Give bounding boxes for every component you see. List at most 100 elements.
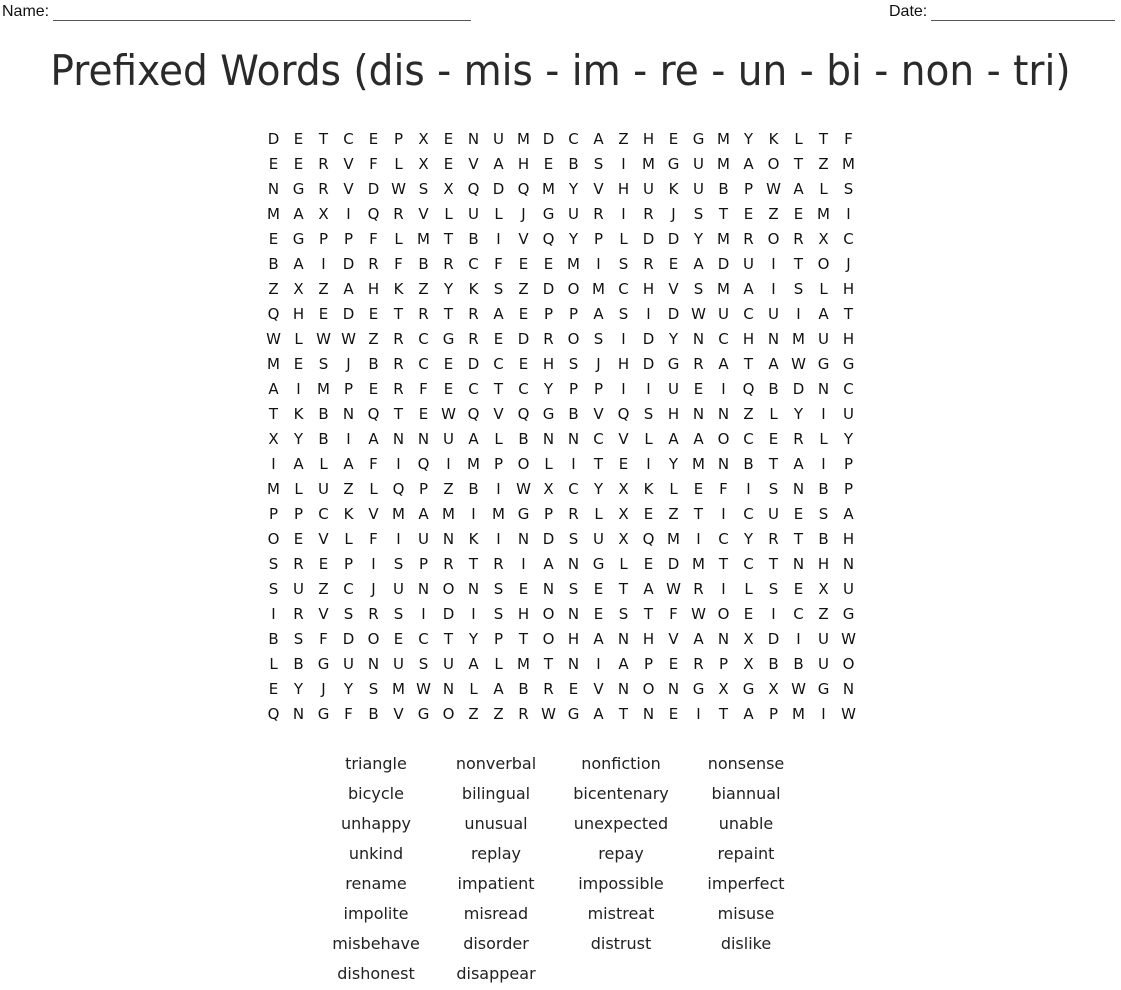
grid-cell[interactable]: U [411,526,436,551]
grid-cell[interactable]: A [536,551,561,576]
grid-cell[interactable]: G [411,701,436,726]
grid-cell[interactable]: F [361,451,386,476]
grid-cell[interactable]: E [686,376,711,401]
grid-cell[interactable]: I [411,601,436,626]
grid-cell[interactable]: E [536,151,561,176]
grid-cell[interactable]: J [361,576,386,601]
grid-cell[interactable]: F [311,626,336,651]
grid-cell[interactable]: U [836,576,861,601]
grid-cell[interactable]: T [761,451,786,476]
grid-cell[interactable]: C [411,626,436,651]
grid-cell[interactable]: E [736,201,761,226]
grid-cell[interactable]: A [336,451,361,476]
grid-cell[interactable]: D [461,351,486,376]
grid-cell[interactable]: R [461,301,486,326]
grid-cell[interactable]: V [311,601,336,626]
grid-cell[interactable]: Z [611,126,636,151]
grid-cell[interactable]: G [511,501,536,526]
grid-cell[interactable]: A [286,251,311,276]
grid-cell[interactable]: D [336,626,361,651]
grid-cell[interactable]: P [586,226,611,251]
grid-cell[interactable]: X [761,676,786,701]
grid-cell[interactable]: S [611,601,636,626]
grid-cell[interactable]: A [786,176,811,201]
grid-cell[interactable]: P [536,501,561,526]
grid-cell[interactable]: B [361,351,386,376]
grid-cell[interactable]: T [636,601,661,626]
grid-cell[interactable]: A [336,276,361,301]
grid-cell[interactable]: G [436,326,461,351]
grid-cell[interactable]: O [836,651,861,676]
grid-cell[interactable]: R [511,701,536,726]
grid-cell[interactable]: H [661,401,686,426]
grid-cell[interactable]: D [786,376,811,401]
grid-cell[interactable]: R [686,576,711,601]
grid-cell[interactable]: N [711,451,736,476]
grid-cell[interactable]: C [836,376,861,401]
grid-cell[interactable]: P [761,701,786,726]
grid-cell[interactable]: L [386,226,411,251]
grid-cell[interactable]: I [336,426,361,451]
grid-cell[interactable]: I [636,451,661,476]
grid-cell[interactable]: K [461,526,486,551]
grid-cell[interactable]: T [736,351,761,376]
grid-cell[interactable]: T [436,626,461,651]
grid-cell[interactable]: M [686,451,711,476]
grid-cell[interactable]: Z [361,326,386,351]
grid-cell[interactable]: M [686,551,711,576]
grid-cell[interactable]: C [461,251,486,276]
grid-cell[interactable]: N [661,676,686,701]
grid-cell[interactable]: A [361,426,386,451]
grid-cell[interactable]: D [536,126,561,151]
grid-cell[interactable]: C [736,426,761,451]
grid-cell[interactable]: U [736,251,761,276]
grid-cell[interactable]: R [786,226,811,251]
grid-cell[interactable]: R [311,176,336,201]
grid-cell[interactable]: M [261,351,286,376]
grid-cell[interactable]: U [811,326,836,351]
grid-cell[interactable]: L [286,326,311,351]
grid-cell[interactable]: S [486,601,511,626]
grid-cell[interactable]: V [336,151,361,176]
grid-cell[interactable]: L [361,476,386,501]
grid-cell[interactable]: O [761,226,786,251]
grid-cell[interactable]: N [261,176,286,201]
grid-cell[interactable]: A [636,576,661,601]
grid-cell[interactable]: Y [436,276,461,301]
grid-cell[interactable]: B [711,176,736,201]
grid-cell[interactable]: A [811,301,836,326]
grid-cell[interactable]: N [536,576,561,601]
grid-cell[interactable]: D [636,351,661,376]
grid-cell[interactable]: F [661,601,686,626]
grid-cell[interactable]: R [636,251,661,276]
grid-cell[interactable]: A [486,151,511,176]
grid-cell[interactable]: S [686,201,711,226]
grid-cell[interactable]: E [636,501,661,526]
grid-cell[interactable]: I [761,276,786,301]
grid-cell[interactable]: A [786,451,811,476]
grid-cell[interactable]: I [736,476,761,501]
grid-cell[interactable]: D [661,226,686,251]
grid-cell[interactable]: M [786,326,811,351]
grid-cell[interactable]: F [336,701,361,726]
grid-cell[interactable]: H [611,351,636,376]
grid-cell[interactable]: A [736,151,761,176]
grid-cell[interactable]: Y [561,226,586,251]
grid-cell[interactable]: T [711,201,736,226]
grid-cell[interactable]: Y [336,676,361,701]
grid-cell[interactable]: A [686,251,711,276]
grid-cell[interactable]: W [686,301,711,326]
grid-cell[interactable]: G [686,126,711,151]
grid-cell[interactable]: P [411,551,436,576]
grid-cell[interactable]: J [836,251,861,276]
grid-cell[interactable]: Y [686,226,711,251]
grid-cell[interactable]: S [336,601,361,626]
grid-cell[interactable]: L [386,151,411,176]
grid-cell[interactable]: E [661,651,686,676]
grid-cell[interactable]: B [411,251,436,276]
grid-cell[interactable]: S [561,526,586,551]
grid-cell[interactable]: A [686,626,711,651]
grid-cell[interactable]: O [261,526,286,551]
grid-cell[interactable]: I [761,601,786,626]
grid-cell[interactable]: Y [286,676,311,701]
